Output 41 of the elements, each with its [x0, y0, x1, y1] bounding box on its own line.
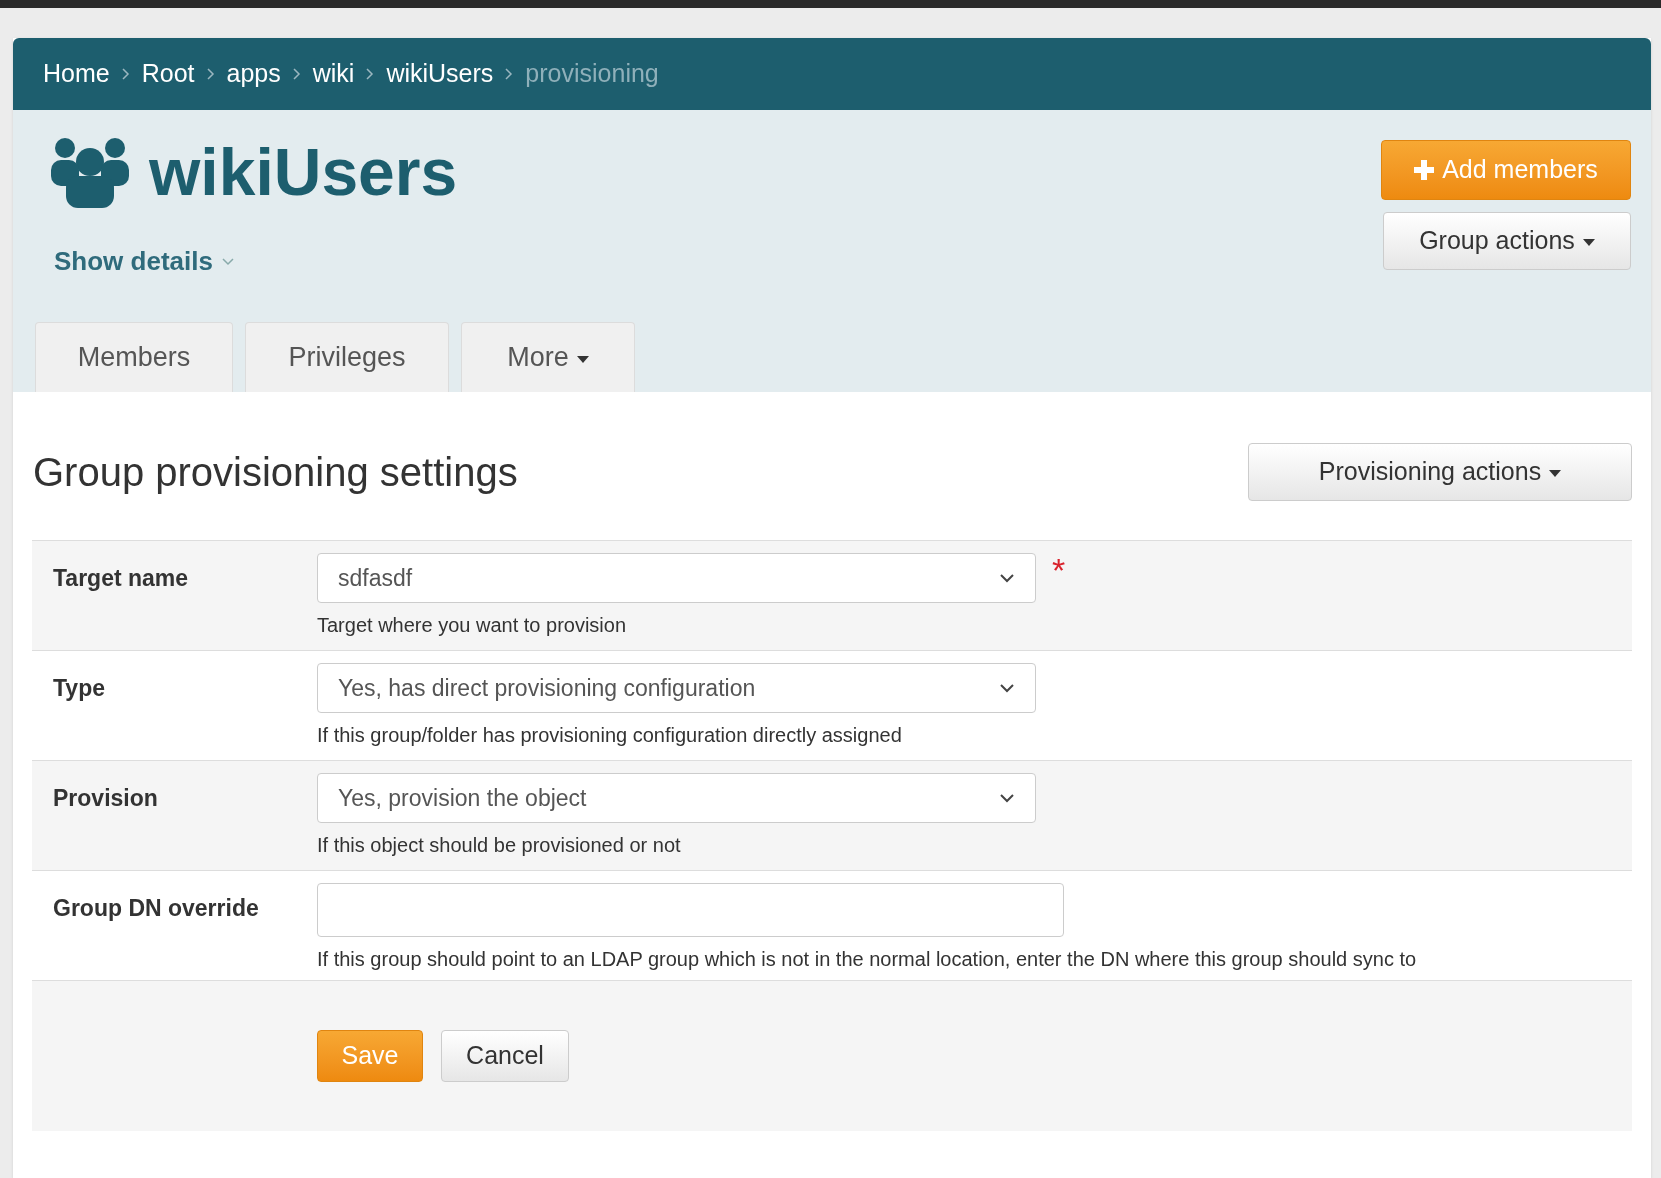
field-hint: Target where you want to provision: [317, 613, 628, 638]
field-label: Type: [53, 675, 105, 701]
field-hint: If this object should be provisioned or not: [317, 833, 682, 858]
caret-icon: [1582, 239, 1595, 247]
breadcrumb-link[interactable]: apps: [226, 55, 281, 93]
section-title: Group provisioning settings: [33, 449, 518, 496]
caret-icon: [1549, 470, 1562, 478]
show-details-link[interactable]: Show details: [54, 242, 235, 281]
chevron-down-icon: [999, 793, 1015, 803]
chevron-down-icon: [999, 573, 1015, 583]
input-field[interactable]: [317, 883, 1064, 937]
chevron-right-icon: [206, 68, 215, 80]
select-field[interactable]: sdfasdf: [317, 553, 1036, 603]
field-label: Provision: [53, 785, 158, 811]
plus-icon: [1414, 160, 1435, 180]
breadcrumb-link[interactable]: wikiUsers: [386, 55, 494, 93]
chevron-down-icon: [220, 257, 235, 266]
caret-icon: [576, 355, 589, 363]
breadcrumb-link[interactable]: Home: [43, 55, 110, 93]
provisioning-actions-button[interactable]: Provisioning actions: [1248, 443, 1632, 501]
chevron-right-icon: [121, 68, 130, 80]
tab[interactable]: Members: [35, 322, 233, 392]
users-icon: [51, 136, 129, 208]
field-label: Target name: [53, 565, 189, 591]
field-hint: If this group should point to an LDAP group which is not in the normal location, enter the DN where this group should sync to: [317, 947, 1417, 972]
chevron-right-icon: [292, 68, 301, 80]
chevron-right-icon: [505, 68, 514, 80]
group-actions-button[interactable]: Group actions: [1383, 212, 1631, 270]
select-field[interactable]: Yes, provision the object: [317, 773, 1036, 823]
breadcrumb-link[interactable]: wiki: [312, 55, 355, 93]
required-asterisk: *: [1052, 553, 1066, 587]
cancel-button[interactable]: Cancel: [441, 1030, 569, 1082]
tab[interactable]: More: [461, 322, 635, 392]
select-field[interactable]: Yes, has direct provisioning configuration: [317, 663, 1036, 713]
page-title: wikiUsers: [149, 139, 458, 205]
chevron-down-icon: [999, 683, 1015, 693]
field-hint: If this group/folder has provisioning configuration directly assigned: [317, 723, 903, 748]
field-label: Group DN override: [53, 895, 259, 921]
tab[interactable]: Privileges: [245, 322, 449, 392]
breadcrumb-link[interactable]: Root: [141, 55, 195, 93]
chevron-right-icon: [366, 68, 375, 80]
